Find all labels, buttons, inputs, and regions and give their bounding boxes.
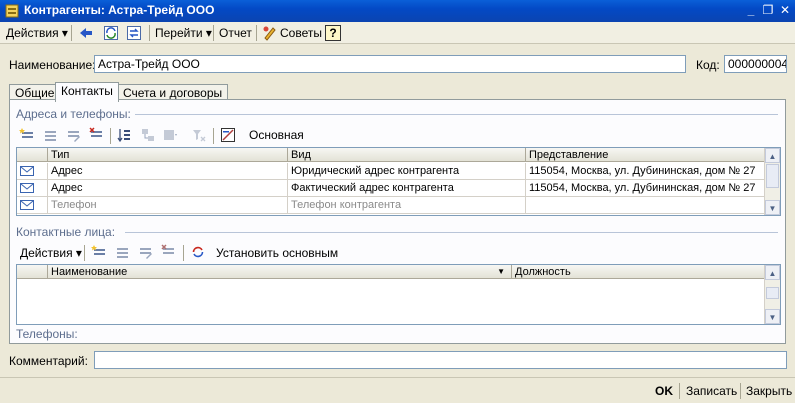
scroll-thumb[interactable] [766,164,779,188]
scroll-up-icon[interactable]: ▲ [765,148,780,163]
scroll-down-icon[interactable]: ▼ [765,309,780,324]
ok-button[interactable]: OK [655,383,673,399]
sort-icon[interactable] [116,127,132,143]
group-divider [125,232,778,233]
main-address-button[interactable]: Основная [249,128,304,142]
table-header-type[interactable]: Тип [48,148,288,162]
contacts-actions-menu-button[interactable]: Действия ▾ [20,246,82,260]
refresh-icon[interactable] [103,25,119,41]
actions-menu-button[interactable]: Действия ▾ [6,24,68,42]
close-button[interactable]: Закрыть [746,383,792,399]
delete-contact-icon[interactable] [160,244,176,260]
restore-icon[interactable]: ❐ [760,3,776,18]
help-button[interactable]: ? [325,25,341,41]
save-button[interactable]: Записать [686,383,737,399]
name-input[interactable]: Астра-Трейд ООО [94,55,686,73]
edit-row-icon[interactable] [65,127,81,143]
sync-icon[interactable] [126,25,142,41]
filter-dropdown-icon[interactable] [162,127,178,143]
envelope-icon [20,200,34,210]
comment-input[interactable] [94,351,787,369]
copy-row-icon[interactable] [42,127,58,143]
toolbar-separator [110,128,111,144]
tips-icon[interactable] [262,25,278,41]
addresses-table[interactable]: Тип Вид Представление Адрес Юридический … [16,147,781,216]
scroll-up-icon[interactable]: ▲ [765,265,780,280]
toolbar-separator [84,245,85,261]
table-header-position[interactable]: Должность [512,265,766,279]
envelope-icon [20,183,34,193]
clear-filter-icon[interactable] [191,127,207,143]
toolbar-separator [183,245,184,261]
toolbar-separator [740,383,741,399]
table-header-icon-column [17,148,48,162]
contacts-group-title: Контактные лица: [16,225,116,239]
hierarchy-icon[interactable] [140,127,156,143]
minimize-icon[interactable]: _ [743,3,759,18]
addresses-group-title: Адреса и телефоны: [16,107,131,121]
edit-contact-icon[interactable] [137,244,153,260]
phones-label: Телефоны: [16,327,78,341]
delete-row-icon[interactable] [88,127,104,143]
window-titlebar: Контрагенты: Астра-Трейд ООО _ ❐ ✕ [0,0,795,22]
tips-button[interactable]: Советы [280,24,322,42]
table-header-name[interactable]: Наименование ▼ [48,265,512,279]
refresh-contacts-icon[interactable] [190,244,206,260]
set-main-icon[interactable] [220,127,236,143]
toolbar-separator [679,383,680,399]
table-header-view[interactable]: Представление [526,148,766,162]
contacts-table[interactable]: Наименование ▼ Должность ▲ ▼ [16,264,781,325]
close-icon[interactable]: ✕ [777,3,793,18]
name-label: Наименование: [9,58,96,72]
report-button[interactable]: Отчет [219,24,252,42]
group-divider [135,114,778,115]
set-main-contact-button[interactable]: Установить основным [216,246,338,260]
scroll-thumb[interactable] [766,287,779,299]
add-row-icon[interactable] [19,127,35,143]
addresses-scrollbar[interactable]: ▲ ▼ [764,148,780,215]
copy-contact-icon[interactable] [114,244,130,260]
main-toolbar: Действия ▾ Перейти ▾ Отчет Советы ? [0,22,795,44]
contacts-scrollbar[interactable]: ▲ ▼ [764,265,780,324]
code-input[interactable]: 000000004 [724,55,787,73]
toolbar-separator [256,25,257,41]
table-header-icon-column [17,265,48,279]
tab-contacts[interactable]: Контакты [55,82,119,102]
comment-label: Комментарий: [9,354,88,368]
code-label: Код: [696,58,720,72]
form-footer: OK Записать Закрыть [0,377,795,403]
app-icon [5,4,19,18]
table-header-kind[interactable]: Вид [288,148,526,162]
toolbar-separator [71,25,72,41]
toolbar-separator [149,25,150,41]
scroll-down-icon[interactable]: ▼ [765,200,780,215]
toolbar-separator [213,128,214,144]
sort-indicator-icon: ▼ [497,267,505,276]
add-contact-icon[interactable] [91,244,107,260]
window-title: Контрагенты: Астра-Трейд ООО [24,3,215,17]
toolbar-separator [213,25,214,41]
goto-menu-button[interactable]: Перейти ▾ [155,24,212,42]
back-arrow-icon[interactable] [78,25,94,41]
envelope-icon [20,166,34,176]
